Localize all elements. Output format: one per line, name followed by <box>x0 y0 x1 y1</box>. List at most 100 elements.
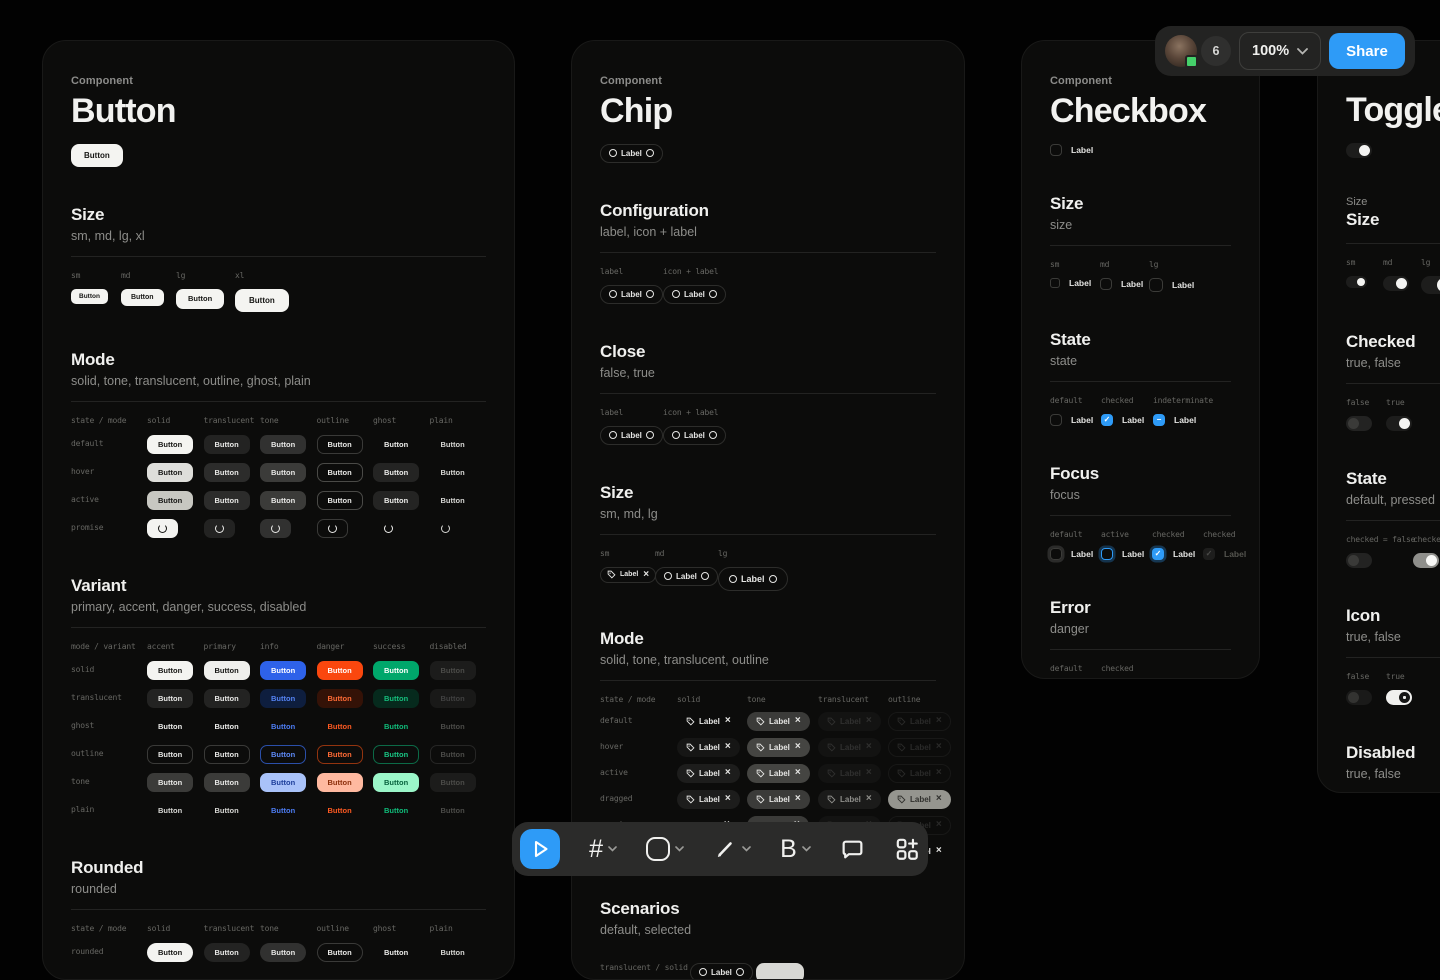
button-sample[interactable]: Button <box>430 773 476 792</box>
checkbox-sample[interactable]: Label <box>1101 414 1144 426</box>
checkbox[interactable] <box>1050 414 1062 426</box>
button-sample[interactable]: Button <box>147 689 193 708</box>
button-sample[interactable]: Button <box>260 463 306 482</box>
close-icon[interactable]: × <box>866 716 872 726</box>
chip-sample[interactable]: Label× <box>600 567 656 583</box>
checkbox[interactable] <box>1203 548 1215 560</box>
checkbox[interactable] <box>1101 414 1113 426</box>
chip-sample[interactable]: Label <box>655 567 718 586</box>
chip-sample[interactable]: Label× <box>818 764 881 783</box>
close-icon[interactable]: × <box>936 716 942 726</box>
checkbox-sample[interactable]: Label <box>1152 548 1195 560</box>
chip-sample[interactable]: Label× <box>888 764 951 783</box>
pointer-tool-button[interactable] <box>520 829 560 869</box>
chip-sample[interactable]: Label× <box>747 738 810 757</box>
button-sample[interactable]: Button <box>260 773 306 792</box>
button-sample[interactable]: Button <box>317 661 363 680</box>
chevron-down-icon[interactable] <box>802 846 811 852</box>
chip-sample[interactable]: Label× <box>677 764 740 783</box>
checkbox-sample[interactable]: Label <box>1050 278 1091 288</box>
close-icon[interactable]: × <box>725 742 731 752</box>
button-sample[interactable]: Button <box>430 689 476 708</box>
chip-sample[interactable]: Label <box>600 426 663 445</box>
button-sample[interactable]: Button <box>121 289 164 306</box>
chip-sample[interactable]: Label <box>663 426 726 445</box>
checkbox[interactable] <box>1050 278 1060 288</box>
pen-tool-button[interactable] <box>713 837 751 861</box>
chip-sample[interactable]: Label× <box>747 764 810 783</box>
button-sample[interactable]: Button <box>204 745 250 764</box>
checkbox[interactable] <box>1149 278 1163 292</box>
chip-sample[interactable]: Label× <box>888 712 951 731</box>
close-icon[interactable]: × <box>795 742 801 752</box>
button-sample[interactable]: Button <box>71 289 108 304</box>
chip-sample[interactable]: Label× <box>677 712 740 731</box>
checkbox-sample[interactable]: Label <box>1203 548 1246 560</box>
close-icon[interactable]: × <box>936 846 942 856</box>
toggle-switch[interactable] <box>1346 143 1372 158</box>
button-sample[interactable]: Button <box>373 661 419 680</box>
button-sample[interactable]: Button <box>317 717 363 736</box>
toggle-switch[interactable] <box>1346 553 1372 568</box>
button-sample[interactable]: Button <box>204 435 250 454</box>
zoom-level-dropdown[interactable]: 100% <box>1239 32 1321 70</box>
chip-sample[interactable]: Label <box>718 567 788 591</box>
button-sample[interactable]: Button <box>260 661 306 680</box>
checkbox-sample[interactable]: Label <box>1050 548 1093 560</box>
close-icon[interactable]: × <box>795 794 801 804</box>
button-sample[interactable]: Button <box>430 491 476 510</box>
button-sample[interactable]: Button <box>317 801 363 820</box>
button-sample[interactable]: Button <box>373 491 419 510</box>
close-icon[interactable]: × <box>936 820 942 830</box>
button-sample[interactable] <box>204 519 235 538</box>
close-icon[interactable]: × <box>725 768 731 778</box>
share-button[interactable]: Share <box>1329 33 1405 69</box>
shape-tool-button[interactable] <box>646 837 684 861</box>
collaborator-count-badge[interactable]: 6 <box>1201 36 1231 66</box>
button-sample[interactable] <box>373 519 404 538</box>
button-sample[interactable]: Button <box>430 435 476 454</box>
button-sample[interactable]: Button <box>260 717 306 736</box>
toggle-switch[interactable] <box>1346 416 1372 431</box>
button-sample[interactable]: Button <box>260 745 306 764</box>
button-sample[interactable]: Button <box>260 689 306 708</box>
button-sample[interactable]: Button <box>430 661 476 680</box>
toggle-switch[interactable] <box>1346 276 1367 288</box>
button-sample[interactable] <box>317 519 348 538</box>
button-sample[interactable]: Button <box>204 661 250 680</box>
button-sample[interactable]: Button <box>317 943 363 962</box>
button-sample[interactable]: Button <box>147 801 193 820</box>
button-sample[interactable]: Button <box>235 289 289 312</box>
checkbox-sample[interactable]: Label <box>1050 414 1093 426</box>
button-sample[interactable]: Button <box>204 773 250 792</box>
button-sample[interactable]: Button <box>147 773 193 792</box>
checkbox[interactable] <box>1100 278 1112 290</box>
checkbox[interactable] <box>1152 548 1164 560</box>
button-sample[interactable]: Button <box>373 801 419 820</box>
chevron-down-icon[interactable] <box>608 846 617 852</box>
button-sample[interactable]: Button <box>317 463 363 482</box>
button-sample[interactable]: Button <box>204 463 250 482</box>
button-sample[interactable]: Button <box>147 491 193 510</box>
button-sample[interactable]: Button <box>204 689 250 708</box>
chip-sample[interactable]: Label× <box>818 738 881 757</box>
checkbox-sample[interactable]: Label <box>1153 414 1196 426</box>
button-sample[interactable]: Button <box>147 717 193 736</box>
checkbox-sample[interactable]: Label <box>1149 278 1194 292</box>
checkbox[interactable] <box>1101 548 1113 560</box>
close-icon[interactable]: × <box>866 794 872 804</box>
button-sample[interactable]: Button <box>147 745 193 764</box>
chip-sample[interactable]: Label× <box>747 712 810 731</box>
frame-tool-button[interactable]: # <box>589 837 617 862</box>
close-icon[interactable]: × <box>795 716 801 726</box>
chevron-down-icon[interactable] <box>742 846 751 852</box>
close-icon[interactable]: × <box>725 794 731 804</box>
button-sample[interactable]: Button <box>260 435 306 454</box>
button-sample[interactable] <box>430 519 461 538</box>
toggle-switch[interactable] <box>1383 276 1409 291</box>
chip-sample[interactable]: Label× <box>888 738 951 757</box>
button-sample[interactable]: Button <box>373 435 419 454</box>
avatar[interactable] <box>1165 35 1197 67</box>
button-sample[interactable]: Button <box>260 491 306 510</box>
chevron-down-icon[interactable] <box>675 846 684 852</box>
